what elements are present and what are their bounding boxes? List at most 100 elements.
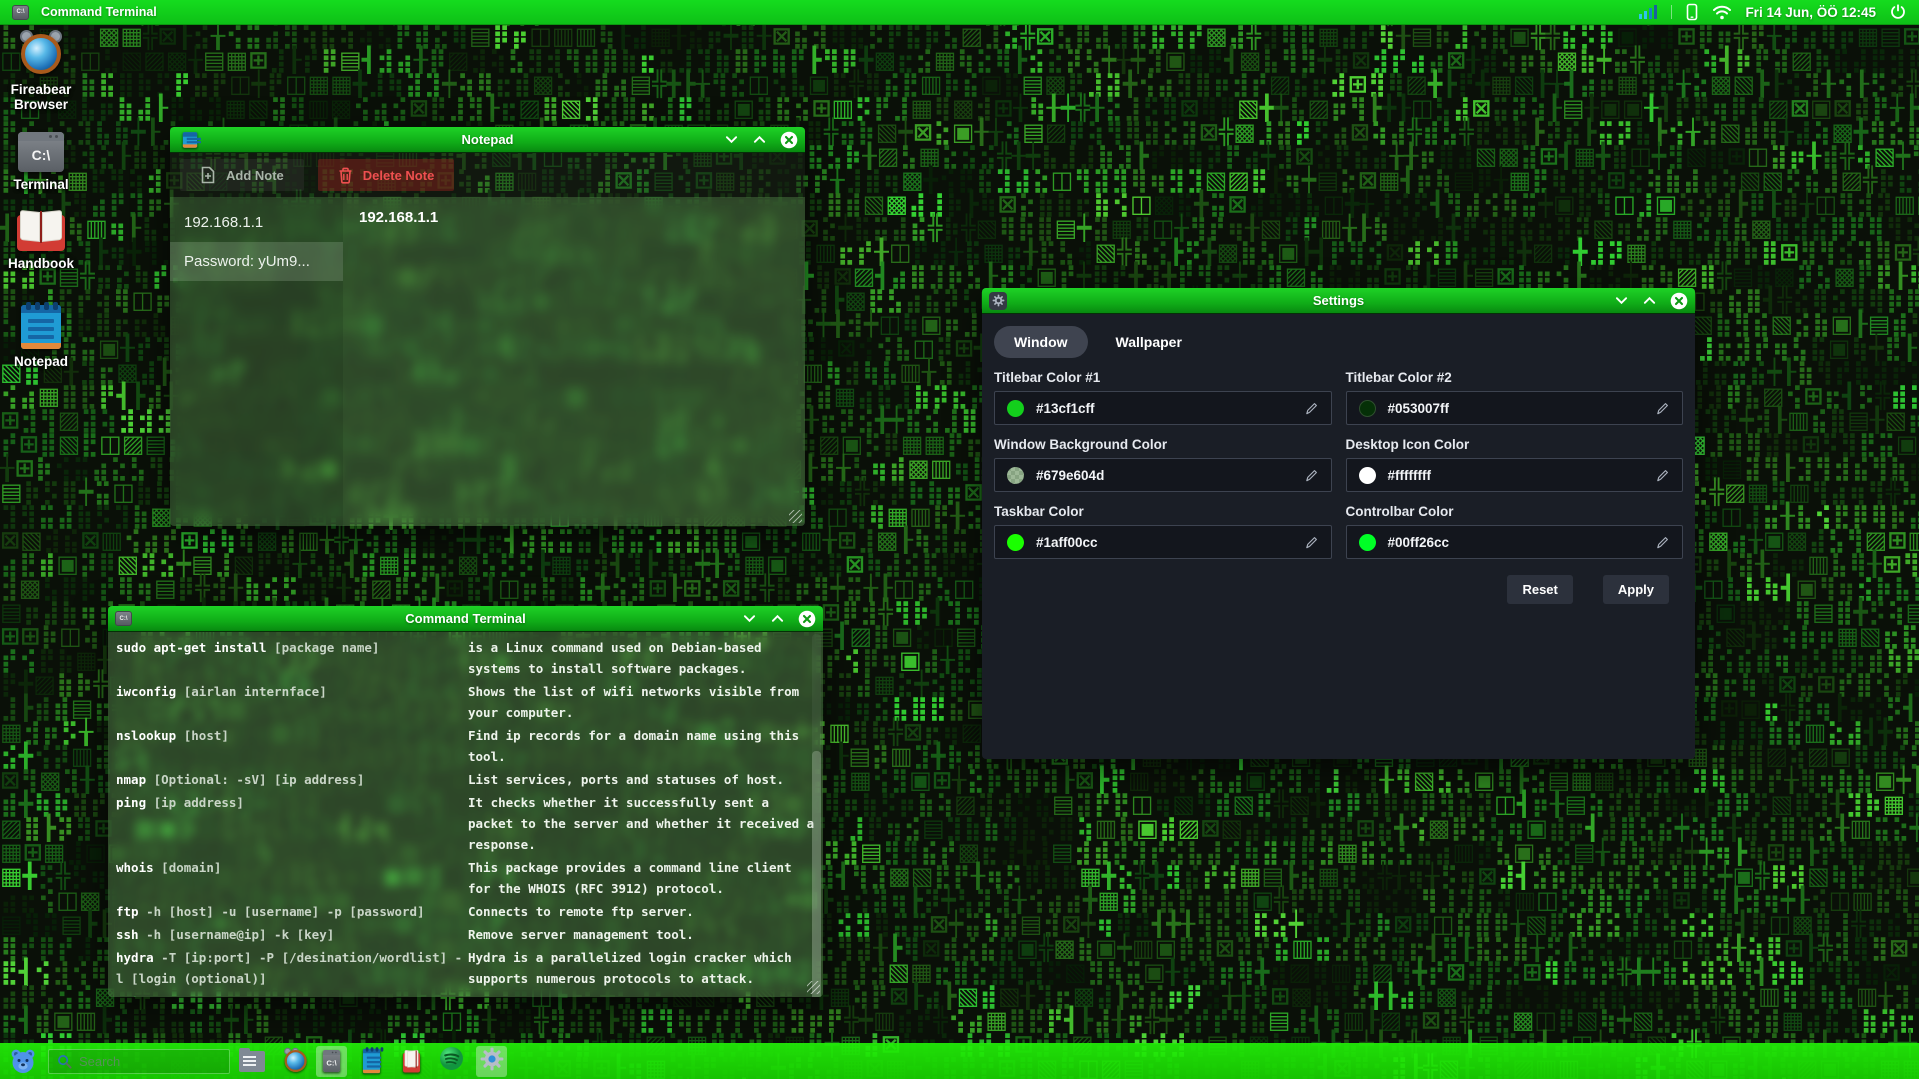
resize-grip[interactable] bbox=[789, 510, 802, 523]
edit-color-icon[interactable] bbox=[1304, 535, 1319, 550]
maximize-button[interactable] bbox=[752, 133, 767, 146]
edit-color-icon[interactable] bbox=[1655, 535, 1670, 550]
search-input[interactable] bbox=[79, 1054, 221, 1069]
power-icon[interactable] bbox=[1889, 3, 1907, 21]
notepad-toolbar: Add Note Delete Note bbox=[170, 153, 805, 197]
field-label: Taskbar Color bbox=[994, 504, 1332, 519]
note-editor[interactable]: 192.168.1.1 bbox=[343, 197, 805, 526]
minimize-button[interactable] bbox=[724, 133, 739, 146]
terminal-command: sudo apt-get install [package name] bbox=[116, 637, 468, 679]
delete-note-button[interactable]: Delete Note bbox=[318, 159, 455, 191]
window-title: Settings bbox=[982, 293, 1695, 308]
color-field[interactable]: #ffffffff bbox=[1346, 458, 1684, 492]
desktop-icon-handbook[interactable]: Handbook bbox=[2, 209, 80, 271]
terminal-description: Hydra is a parallelized login cracker wh… bbox=[468, 947, 792, 989]
terminal-row: sudo apt-get install [package name]is a … bbox=[116, 637, 815, 679]
folder-icon bbox=[239, 1051, 265, 1072]
close-button[interactable] bbox=[798, 610, 816, 628]
edit-color-icon[interactable] bbox=[1304, 401, 1319, 416]
minimize-button[interactable] bbox=[1614, 294, 1629, 307]
color-swatch bbox=[1007, 400, 1024, 417]
terminal-output[interactable]: sudo apt-get install [package name]is a … bbox=[108, 632, 823, 997]
color-swatch bbox=[1359, 400, 1376, 417]
color-value: #13cf1cff bbox=[1036, 401, 1095, 416]
field-label: Titlebar Color #2 bbox=[1346, 370, 1684, 385]
terminal-command: whois [domain] bbox=[116, 857, 468, 899]
menubar-separator bbox=[1671, 5, 1672, 19]
terminal-row: nmap [Optional: -sV] [ip address]List se… bbox=[116, 769, 815, 790]
note-content: 192.168.1.1 bbox=[359, 209, 789, 226]
maximize-button[interactable] bbox=[1642, 294, 1657, 307]
color-value: #053007ff bbox=[1388, 401, 1450, 416]
close-button[interactable] bbox=[780, 131, 798, 149]
desktop-icon-browser[interactable]: Fireabear Browser bbox=[2, 31, 80, 112]
taskbar-item-settings[interactable] bbox=[476, 1046, 507, 1077]
menubar-title: Command Terminal bbox=[41, 5, 157, 19]
notepad-icon bbox=[21, 305, 61, 349]
edit-color-icon[interactable] bbox=[1655, 468, 1670, 483]
apply-button[interactable]: Apply bbox=[1603, 575, 1669, 604]
terminal-description: Remove server management tool. bbox=[468, 924, 694, 945]
taskbar-item-notepad[interactable] bbox=[356, 1046, 387, 1077]
field-desktop-icon-color: Desktop Icon Color #ffffffff bbox=[1346, 425, 1684, 492]
color-field[interactable]: #1aff00cc bbox=[994, 525, 1332, 559]
taskbar-item-music-player[interactable] bbox=[436, 1046, 467, 1077]
notepad-icon bbox=[177, 126, 203, 154]
color-field[interactable]: #13cf1cff bbox=[994, 391, 1332, 425]
terminal-command: ftp -h [host] -u [username] -p [password… bbox=[116, 901, 468, 922]
tab-window[interactable]: Window bbox=[994, 326, 1088, 358]
field-label: Controlbar Color bbox=[1346, 504, 1684, 519]
resize-grip[interactable] bbox=[807, 981, 820, 994]
edit-color-icon[interactable] bbox=[1655, 401, 1670, 416]
terminal-icon: C:\ bbox=[12, 5, 29, 20]
terminal-icon: C:\ bbox=[323, 1050, 340, 1072]
settings-titlebar[interactable]: Settings bbox=[982, 288, 1695, 314]
reset-button[interactable]: Reset bbox=[1507, 575, 1572, 604]
close-button[interactable] bbox=[1670, 292, 1688, 310]
taskbar: C:\ bbox=[0, 1043, 1919, 1079]
color-swatch bbox=[1359, 467, 1376, 484]
note-list-item[interactable]: 192.168.1.1 bbox=[170, 203, 343, 242]
field-titlebar-color-2: Titlebar Color #2 #053007ff bbox=[1346, 358, 1684, 425]
gear-icon bbox=[480, 1047, 504, 1076]
search-box[interactable] bbox=[48, 1049, 230, 1074]
color-field[interactable]: #679e604d bbox=[994, 458, 1332, 492]
terminal-command: nmap [Optional: -sV] [ip address] bbox=[116, 769, 468, 790]
tab-wallpaper[interactable]: Wallpaper bbox=[1096, 326, 1202, 358]
field-taskbar-color: Taskbar Color #1aff00cc bbox=[994, 492, 1332, 559]
spotify-icon bbox=[439, 1046, 464, 1076]
color-field[interactable]: #053007ff bbox=[1346, 391, 1684, 425]
browser-icon bbox=[283, 1048, 300, 1073]
minimize-button[interactable] bbox=[742, 612, 757, 625]
clock: Fri 14 Jun, ÖÖ 12:45 bbox=[1745, 5, 1876, 20]
desktop-icon-label: Fireabear Browser bbox=[2, 82, 80, 112]
terminal-icon: C:\ bbox=[18, 132, 64, 172]
maximize-button[interactable] bbox=[770, 612, 785, 625]
terminal-row: iwconfig [airlan internface]Shows the li… bbox=[116, 681, 815, 723]
scrollbar-thumb[interactable] bbox=[812, 751, 821, 997]
terminal-command: iwconfig [airlan internface] bbox=[116, 681, 468, 723]
start-button[interactable] bbox=[8, 1046, 38, 1076]
terminal-description: This package provides a command line cli… bbox=[468, 857, 792, 899]
taskbar-item-file-manager[interactable] bbox=[236, 1046, 267, 1077]
notepad-titlebar[interactable]: Notepad bbox=[170, 127, 805, 153]
note-list-item[interactable]: Password: yUm9... bbox=[170, 242, 343, 281]
terminal-titlebar[interactable]: C:\ Command Terminal bbox=[108, 606, 823, 632]
wifi-icon[interactable] bbox=[1712, 4, 1732, 20]
desktop-icon-label: Notepad bbox=[14, 354, 68, 369]
field-label: Desktop Icon Color bbox=[1346, 437, 1684, 452]
window-title: Notepad bbox=[170, 132, 805, 147]
color-value: #00ff26cc bbox=[1388, 535, 1450, 550]
color-field[interactable]: #00ff26cc bbox=[1346, 525, 1684, 559]
desktop-icon-notepad[interactable]: Notepad bbox=[2, 305, 80, 369]
terminal-prompt: ~ $ bbox=[116, 991, 815, 997]
desktop-icon-terminal[interactable]: C:\Terminal bbox=[2, 132, 80, 192]
terminal-description: Connects to remote ftp server. bbox=[468, 901, 694, 922]
notepad-window: Notepad Add Note Delete Note 192.168.1.1… bbox=[170, 127, 805, 526]
add-note-button[interactable]: Add Note bbox=[180, 159, 304, 191]
taskbar-item-command-terminal[interactable]: C:\ bbox=[316, 1046, 347, 1077]
taskbar-item-fireabear-browser[interactable] bbox=[276, 1046, 307, 1077]
taskbar-item-handbook[interactable] bbox=[396, 1046, 427, 1077]
edit-color-icon[interactable] bbox=[1304, 468, 1319, 483]
terminal-description: Find ip records for a domain name using … bbox=[468, 725, 799, 767]
